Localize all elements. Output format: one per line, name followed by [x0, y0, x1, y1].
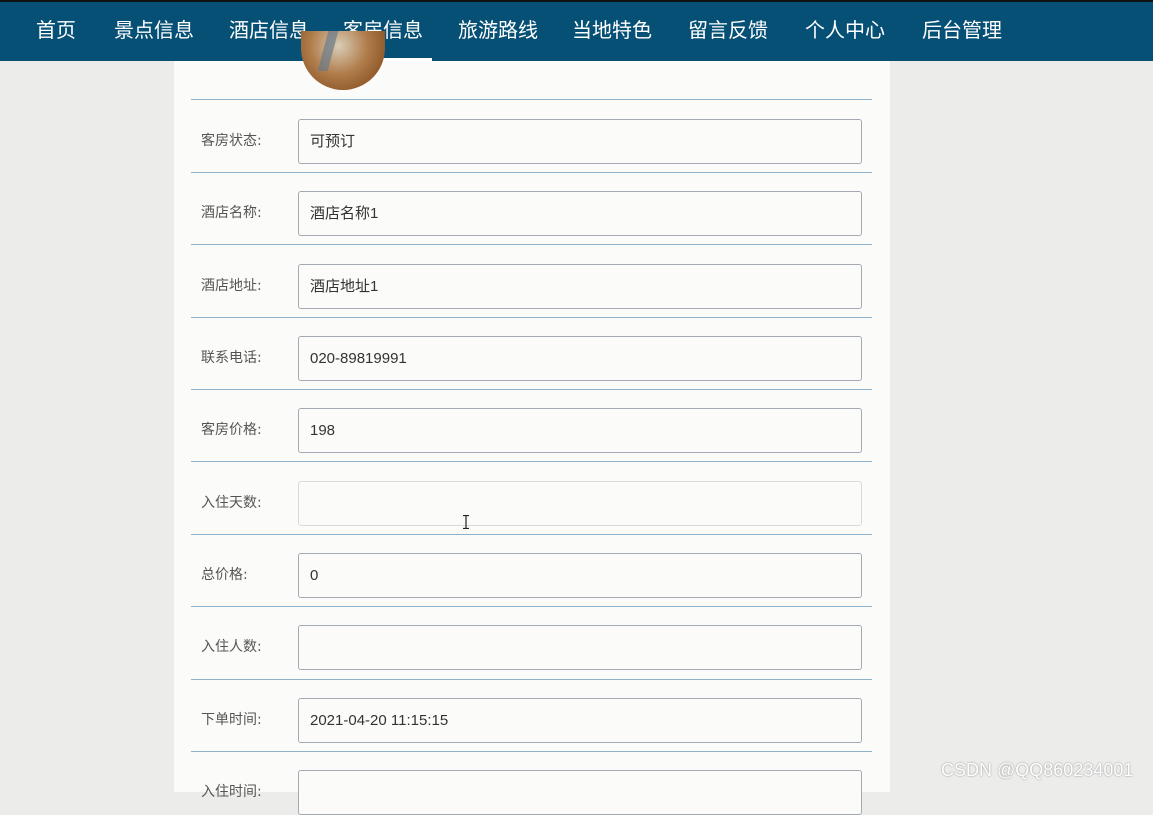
row-divider — [191, 99, 872, 100]
hotel-address-field[interactable]: 酒店地址1 — [298, 264, 862, 309]
room-price-label: 客房价格: — [201, 422, 262, 438]
top-nav-bar: 首页 景点信息 酒店信息 客房信息 旅游路线 当地特色 留言反馈 个人中心 后台… — [0, 0, 1153, 61]
row-divider — [191, 389, 872, 390]
order-time-field[interactable]: 2021-04-20 11:15:15 — [298, 698, 862, 743]
hotel-name-label: 酒店名称: — [201, 205, 262, 221]
stay-days-label: 入住天数: — [201, 495, 262, 511]
row-divider — [191, 679, 872, 680]
row-divider — [191, 172, 872, 173]
guest-count-input[interactable] — [298, 625, 862, 670]
booking-form-panel: 客房状态: 可预订 酒店名称: 酒店名称1 酒店地址: 酒店地址1 联系电话: … — [174, 31, 890, 815]
phone-field[interactable]: 020-89819991 — [298, 336, 862, 381]
nav-user-center[interactable]: 个人中心 — [805, 2, 885, 61]
row-divider — [191, 461, 872, 462]
row-divider — [191, 244, 872, 245]
guest-count-label: 入住人数: — [201, 639, 262, 655]
row-divider — [191, 606, 872, 607]
watermark: CSDN @QQ860234001 — [941, 760, 1134, 780]
order-time-label: 下单时间: — [201, 712, 262, 728]
checkin-time-input[interactable] — [298, 770, 862, 815]
nav-home[interactable]: 首页 — [36, 2, 76, 61]
nav-feedback[interactable]: 留言反馈 — [688, 2, 768, 61]
hotel-address-label: 酒店地址: — [201, 278, 262, 294]
nav-admin[interactable]: 后台管理 — [922, 2, 1002, 61]
row-divider — [191, 751, 872, 752]
total-price-label: 总价格: — [201, 567, 248, 583]
text-cursor-icon — [463, 515, 469, 529]
nav-attractions[interactable]: 景点信息 — [114, 2, 194, 61]
nav-hotels[interactable]: 酒店信息 — [229, 2, 309, 61]
checkin-time-label: 入住时间: — [201, 784, 262, 800]
row-divider — [191, 534, 872, 535]
room-status-label: 客房状态: — [201, 133, 262, 149]
nav-routes[interactable]: 旅游路线 — [458, 2, 538, 61]
nav-local-specialties[interactable]: 当地特色 — [572, 2, 652, 61]
room-image — [301, 31, 385, 90]
stay-days-input[interactable] — [298, 481, 862, 526]
total-price-field[interactable]: 0 — [298, 553, 862, 598]
room-price-field[interactable]: 198 — [298, 408, 862, 453]
hotel-name-field[interactable]: 酒店名称1 — [298, 191, 862, 236]
room-status-field[interactable]: 可预订 — [298, 119, 862, 164]
phone-label: 联系电话: — [201, 350, 262, 366]
row-divider — [191, 317, 872, 318]
